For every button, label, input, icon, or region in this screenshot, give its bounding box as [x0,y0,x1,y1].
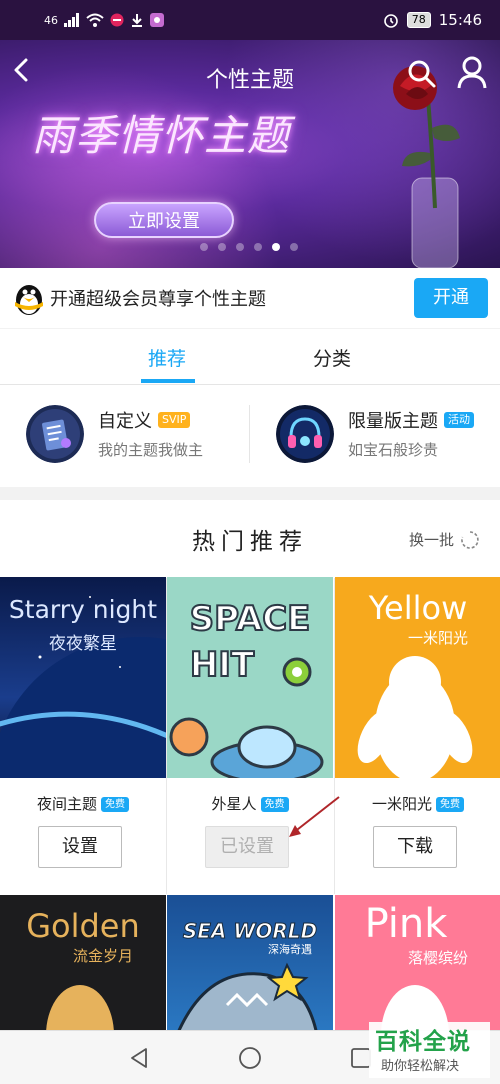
theme-name-text: 外星人 [211,795,257,813]
battery-level: 78 [406,12,431,28]
tab-recommend[interactable]: 推荐 [148,344,186,371]
pink-en: Pink [364,901,448,947]
alarm-icon [383,14,398,28]
vip-promo-bar: 开通超级会员尊享个性主题 开通 [0,268,500,328]
yellow-en: Yellow [368,589,468,627]
wifi-icon [86,13,104,27]
shark-illustration [175,962,319,1035]
space-hit-preview[interactable]: SPACE HIT [167,577,333,778]
theme-name: 夜间主题 免费 [0,793,166,814]
nav-back-triangle-icon[interactable] [128,1047,150,1069]
status-icons: 46 [44,13,164,27]
refresh-icon [461,530,479,549]
starry-night-zh: 夜夜繁星 [49,634,117,654]
refresh-button[interactable]: 换一批 [409,529,480,550]
seaworld-zh: 深海奇遇 [268,943,312,956]
golden-en: Golden [26,907,140,945]
signal-icon [64,13,79,27]
banner-dot[interactable] [290,243,298,251]
download-button[interactable]: 下载 [373,826,457,868]
refresh-label: 换一批 [409,531,455,549]
limited-theme-icon [276,405,334,463]
space-hit-title-line1: SPACE [189,598,312,640]
status-right: 78 15:46 [383,11,482,29]
banner-pagination [200,243,298,251]
status-bar: 46 78 15:46 [0,0,500,40]
banner-dot[interactable] [218,243,226,251]
watermark-main: 百科全说 [375,1029,471,1055]
feature-limited[interactable]: 限量版主题 活动 如宝石般珍贵 [276,405,500,465]
app-icon [150,13,164,27]
free-badge: 免费 [101,797,129,812]
feature-limited-subtitle: 如宝石般珍贵 [348,441,439,459]
signal-label: 46 [44,13,58,27]
theme-name-text: 夜间主题 [36,795,97,813]
feature-divider [249,405,250,463]
activity-badge: 活动 [444,412,474,428]
banner-dot[interactable] [254,243,262,251]
tab-indicator [141,379,195,383]
yellow-zh: 一米阳光 [407,629,468,647]
banner-dot[interactable] [236,243,244,251]
seaworld-en: SEA WORLD [182,919,318,944]
qq-penguin-icon [15,285,43,315]
download-icon [132,14,142,27]
tab-bar: 推荐 分类 [0,329,500,385]
pink-preview[interactable]: Pink 落樱缤纷 [335,895,500,1035]
space-hit-title-line2: HIT [189,644,255,686]
banner-theme-name: 雨季情怀主题 [32,111,291,160]
banner-dot[interactable] [272,243,280,251]
nav-home-circle-icon[interactable] [238,1046,262,1070]
theme-name: 一米阳光 免费 [335,793,500,814]
starry-night-preview[interactable]: Starry night 夜夜繁星 [0,577,166,778]
golden-zh: 流金岁月 [72,947,133,965]
clock: 15:46 [438,11,482,29]
feature-custom[interactable]: 自定义 SVIP 我的主题我做主 [26,405,266,465]
vip-promo-text: 开通超级会员尊享个性主题 [50,289,266,310]
feature-limited-title: 限量版主题 活动 [348,407,474,433]
watermark-sub: 助你轻松解决 [381,1059,460,1074]
yellow-preview[interactable]: Yellow 一米阳光 [335,577,500,778]
feature-custom-title: 自定义 SVIP [98,407,191,433]
pink-zh: 落樱缤纷 [407,949,468,967]
feature-custom-subtitle: 我的主题我做主 [98,441,204,459]
theme-name-text: 一米阳光 [371,795,432,813]
watermark: 百科全说 助你轻松解决 [369,1022,490,1078]
notification-icon [110,13,124,27]
feature-entries: 自定义 SVIP 我的主题我做主 限量版主题 活动 如宝石般珍贵 [0,385,500,487]
already-set-button[interactable]: 已设置 [205,826,289,868]
feature-limited-label: 限量版主题 [348,411,438,432]
apply-now-button[interactable]: 立即设置 [94,202,234,238]
featured-banner[interactable]: 个性主题 雨季情怀主题 立即设置 [0,40,500,268]
starry-night-en: Starry night [8,595,158,624]
banner-dot[interactable] [200,243,208,251]
seaworld-preview[interactable]: SEA WORLD 深海奇遇 [167,895,333,1035]
svip-badge: SVIP [158,412,191,428]
custom-theme-icon [26,405,84,463]
golden-preview[interactable]: Golden 流金岁月 [0,895,166,1035]
search-icon[interactable] [406,58,438,90]
open-vip-button[interactable]: 开通 [414,278,488,318]
hot-recommend-section: 热门推荐 换一批 Starry night 夜夜繁星 夜间主题 免费 设置 SP… [0,500,500,1084]
theme-page: 46 78 15:46 个性主题 雨季情怀主题 立即设置 开通超级会员尊享个性主… [0,0,500,1084]
free-badge: 免费 [436,797,464,812]
user-icon[interactable] [456,56,488,90]
tab-category[interactable]: 分类 [313,344,351,371]
set-theme-button[interactable]: 设置 [38,826,122,868]
feature-custom-label: 自定义 [98,411,152,432]
